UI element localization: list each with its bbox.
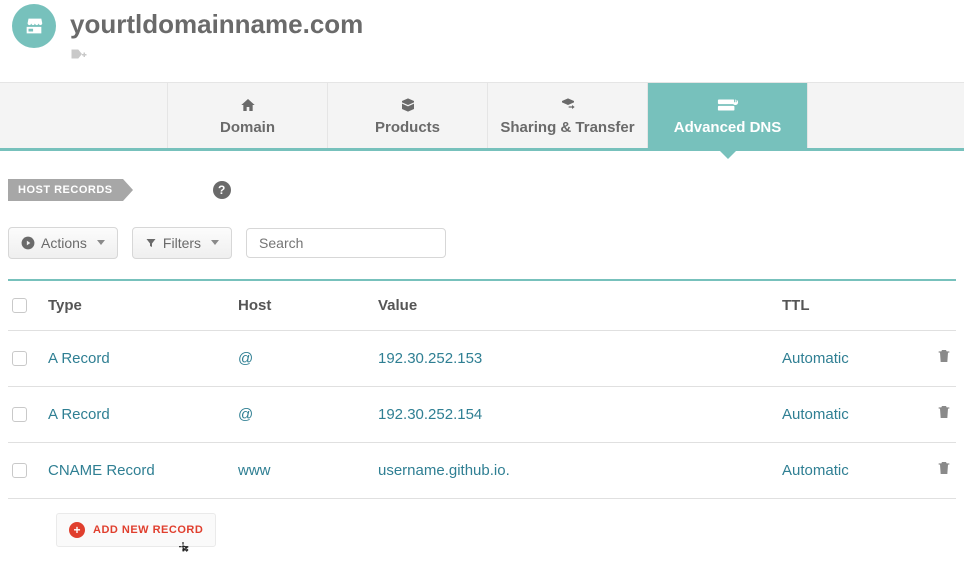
cell-type[interactable]: A Record — [48, 406, 238, 423]
search-input[interactable] — [259, 235, 440, 251]
cell-host[interactable]: www — [238, 462, 378, 479]
server-icon — [717, 97, 739, 113]
table-header-row: Type Host Value TTL — [8, 281, 956, 331]
tab-label: Sharing & Transfer — [488, 119, 647, 136]
domain-title: yourtldomainname.com — [70, 10, 363, 39]
host-records-table: Type Host Value TTL A Record @ 192.30.25… — [8, 279, 956, 499]
cell-type[interactable]: A Record — [48, 350, 238, 367]
tab-label: Advanced DNS — [648, 119, 807, 136]
cursor-icon — [175, 538, 191, 558]
search-field-wrap — [246, 228, 446, 258]
page-header: yourtldomainname.com — [0, 0, 964, 64]
home-icon — [239, 97, 257, 113]
row-checkbox[interactable] — [12, 407, 27, 422]
trash-icon[interactable] — [936, 459, 952, 477]
col-header-type: Type — [48, 297, 238, 314]
add-new-record-button[interactable]: + ADD NEW RECORD — [56, 513, 216, 547]
tab-tail — [808, 83, 964, 148]
select-all-checkbox[interactable] — [12, 298, 27, 313]
tab-spacer — [0, 83, 168, 148]
actions-dropdown[interactable]: Actions — [8, 227, 118, 259]
col-header-value: Value — [378, 297, 782, 314]
tab-products[interactable]: Products — [328, 83, 488, 148]
actions-label: Actions — [41, 235, 87, 251]
cell-ttl[interactable]: Automatic — [782, 350, 912, 367]
box-icon — [399, 97, 417, 113]
tag-add-icon[interactable] — [70, 47, 363, 64]
main-tabs: Domain Products Sharing & Transfer Advan… — [0, 82, 964, 151]
row-checkbox[interactable] — [12, 463, 27, 478]
chevron-down-icon — [211, 240, 219, 245]
cell-host[interactable]: @ — [238, 350, 378, 367]
col-header-host: Host — [238, 297, 378, 314]
section-title-pill: HOST RECORDS — [8, 179, 123, 201]
cell-value[interactable]: 192.30.252.154 — [378, 406, 782, 423]
transfer-icon — [558, 97, 578, 113]
col-header-ttl: TTL — [782, 297, 912, 314]
tab-label: Domain — [168, 119, 327, 136]
chevron-down-icon — [97, 240, 105, 245]
filter-icon — [145, 237, 157, 249]
tab-sharing[interactable]: Sharing & Transfer — [488, 83, 648, 148]
play-circle-icon — [21, 236, 35, 250]
trash-icon[interactable] — [936, 347, 952, 365]
cell-value[interactable]: 192.30.252.153 — [378, 350, 782, 367]
add-record-wrap: + ADD NEW RECORD — [56, 513, 964, 547]
row-checkbox[interactable] — [12, 351, 27, 366]
cell-ttl[interactable]: Automatic — [782, 462, 912, 479]
cell-host[interactable]: @ — [238, 406, 378, 423]
table-row: A Record @ 192.30.252.154 Automatic — [8, 387, 956, 443]
storefront-icon — [23, 15, 45, 37]
filters-label: Filters — [163, 235, 201, 251]
cell-type[interactable]: CNAME Record — [48, 462, 238, 479]
table-row: A Record @ 192.30.252.153 Automatic — [8, 331, 956, 387]
cell-value[interactable]: username.github.io. — [378, 462, 782, 479]
table-row: CNAME Record www username.github.io. Aut… — [8, 443, 956, 499]
filters-dropdown[interactable]: Filters — [132, 227, 232, 259]
add-record-label: ADD NEW RECORD — [93, 524, 203, 536]
trash-icon[interactable] — [936, 403, 952, 421]
plus-circle-icon: + — [69, 522, 85, 538]
tab-label: Products — [328, 119, 487, 136]
help-icon[interactable]: ? — [213, 181, 231, 199]
cell-ttl[interactable]: Automatic — [782, 406, 912, 423]
tab-domain[interactable]: Domain — [168, 83, 328, 148]
brand-avatar — [12, 4, 56, 48]
toolbar: Actions Filters — [8, 227, 964, 259]
tab-advanced-dns[interactable]: Advanced DNS — [648, 83, 808, 148]
section-header: HOST RECORDS ? — [8, 179, 964, 201]
